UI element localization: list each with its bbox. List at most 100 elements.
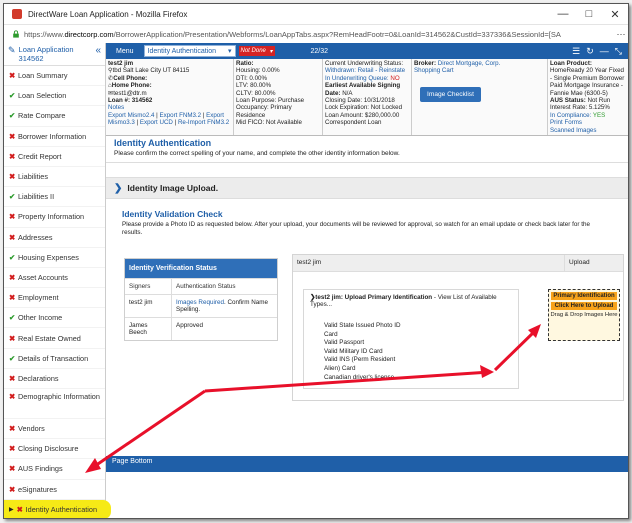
sidebar-item-label: Closing Disclosure — [18, 444, 79, 454]
sidebar-item-label: Declarations — [18, 373, 59, 383]
sidebar-item-details-of-transaction[interactable]: ✔ Details of Transaction — [4, 349, 105, 369]
borrower-column: test2 jim ⚲tbd Salt Lake City UT 84115 ✆… — [106, 59, 234, 135]
page-select[interactable]: Identity Authentication ▾ — [143, 45, 236, 57]
x-icon: ✖ — [9, 293, 16, 303]
interest-rate: Interest Rate: 5.125% — [550, 104, 610, 112]
sidebar-item-identity-authentication[interactable]: ▶ ✖ Identity Authentication — [4, 499, 111, 518]
cltv-ratio: CLTV: 80.00% — [236, 89, 276, 97]
home-phone-label: Home Phone: — [111, 82, 152, 90]
housing-ratio: Housing: 0.00% — [236, 67, 280, 75]
loan-amount: Loan Amount: $280,000.00 — [325, 111, 400, 119]
minus-icon[interactable]: — — [600, 46, 609, 57]
upload-panel-upload-col: Upload — [569, 259, 590, 266]
print-forms-link[interactable]: Print Forms — [550, 119, 582, 126]
sidebar-item-property-information[interactable]: ✖ Property Information — [4, 207, 105, 228]
x-icon: ✖ — [9, 373, 16, 383]
upload-section-toggle[interactable]: ❯ Identity Image Upload. — [106, 177, 628, 199]
firefox-icon — [12, 9, 22, 19]
refresh-icon[interactable]: ↻ — [586, 46, 594, 57]
export-fnm32-link[interactable]: Export FNM3.2 — [159, 112, 201, 119]
expand-icon[interactable]: ⤡ — [615, 46, 622, 57]
aus-value: Not Run — [587, 97, 611, 105]
ratio-column: Ratio: Housing: 0.00% DTI: 0.00% LTV: 80… — [234, 59, 323, 135]
sidebar-item-liabilities[interactable]: ✖ Liabilities — [4, 167, 105, 188]
compliance-label: In Compliance: — [550, 111, 592, 119]
sidebar-item-label: Rate Compare — [18, 111, 66, 121]
scanned-images-link[interactable]: Scanned Images — [550, 127, 596, 134]
sidebar-item-housing-expenses[interactable]: ✔ Housing Expenses — [4, 248, 105, 268]
sidebar-item-asset-accounts[interactable]: ✖ Asset Accounts — [4, 268, 105, 289]
x-icon: ✖ — [9, 392, 16, 401]
minimize-icon[interactable]: — — [550, 8, 576, 20]
url-bar[interactable]: https://www.directcorp.com/BorrowerAppli… — [4, 25, 628, 44]
sidebar-item-loan-summary[interactable]: ✖ Loan Summary — [4, 66, 105, 87]
notes-link[interactable]: Notes — [108, 104, 124, 111]
collapse-sidebar-icon[interactable]: « — [95, 45, 101, 56]
check-icon: ✔ — [9, 192, 16, 202]
sidebar-item-label: Loan Selection — [18, 91, 67, 101]
primary-id-title[interactable]: ❯test2 jim: Upload Primary Identificatio… — [304, 290, 518, 312]
signing-title: Earliest Available Signing Date: — [325, 82, 401, 97]
sidebar: ✎ Loan Application 314562 « ✖ Loan Summary… — [4, 43, 111, 518]
drop-zone[interactable]: Primary Identification Click Here to Upl… — [548, 289, 620, 341]
uw-status-link[interactable]: Withdrawn: Retail - Reinstate — [325, 67, 405, 74]
more-options-icon[interactable]: ⋯ — [614, 29, 628, 40]
product-title: Loan Product: — [550, 60, 592, 67]
x-icon: ✖ — [9, 333, 16, 343]
sidebar-title: Loan Application 314562 — [19, 45, 96, 63]
sidebar-item-credit-report[interactable]: ✖ Credit Report — [4, 147, 105, 167]
sidebar-item-label: Borrower Information — [18, 131, 87, 141]
signer-name: test2 jim — [125, 295, 172, 317]
close-icon[interactable]: ✕ — [602, 8, 628, 21]
maximize-icon[interactable]: □ — [576, 8, 602, 20]
window-title: DirectWare Loan Application - Mozilla Fi… — [28, 9, 188, 19]
sidebar-item-declarations[interactable]: ✖ Declarations — [4, 369, 105, 389]
list-item: Valid INS (Perm Resident Alien) Card — [324, 356, 396, 372]
menu-button[interactable]: Menu — [106, 48, 144, 55]
list-icon[interactable]: ☰ — [572, 46, 580, 57]
sidebar-item-liabilities-ii[interactable]: ✔ Liabilities II — [4, 187, 105, 208]
export-ucd-link[interactable]: Export UCD — [140, 119, 173, 126]
sidebar-item-addresses[interactable]: ✖ Addresses — [4, 228, 105, 248]
signers-header: Signers — [125, 279, 172, 294]
status-select[interactable]: Not Done ▾ — [238, 46, 275, 56]
url-prefix: https://www. — [24, 29, 65, 39]
title-bar: DirectWare Loan Application - Mozilla Fi… — [4, 4, 628, 25]
edit-icon[interactable]: ✎ — [8, 45, 16, 56]
sidebar-item-rate-compare[interactable]: ✔ Rate Compare — [4, 106, 105, 127]
x-icon: ✖ — [9, 212, 16, 222]
export-mismo24-link[interactable]: Export Mismo2.4 — [108, 112, 154, 119]
cell-phone-label: Cell Phone: — [113, 74, 148, 82]
check-icon: ✔ — [9, 353, 16, 363]
list-item: Valid Military ID Card — [324, 347, 383, 355]
sidebar-item-label: Loan Summary — [18, 71, 68, 81]
image-checklist-button[interactable]: Image Checklist — [420, 86, 481, 103]
reimport-fnm32-link[interactable]: Re-Import FNM3.2 — [178, 119, 229, 126]
x-icon: ✖ — [9, 232, 16, 242]
sidebar-item-vendors[interactable]: ✖ Vendors — [4, 419, 105, 440]
broker-link[interactable]: Direct Mortgage, Corp. — [438, 60, 501, 67]
uw-title: Current Underwriting Status: — [325, 60, 404, 67]
sidebar-item-label: Property Information — [18, 212, 85, 222]
sidebar-item-demographic-information[interactable]: ✖ Demographic Information — [4, 389, 105, 419]
sidebar-item-other-income[interactable]: ✔ Other Income — [4, 308, 105, 329]
loan-product: HomeReady 20 Year Fixed - Single Premium… — [550, 67, 625, 97]
click-to-upload-button[interactable]: Click Here to Upload — [551, 302, 617, 310]
x-icon: ✖ — [9, 424, 16, 434]
lock-expiration: Lock Expiration: Not Locked — [325, 104, 403, 112]
primary-id-box: ❯test2 jim: Upload Primary Identificatio… — [303, 289, 519, 389]
shopping-cart-link[interactable]: Shopping Cart — [414, 67, 454, 74]
sidebar-item-esignatures[interactable]: ✖ eSignatures — [4, 480, 105, 500]
sidebar-item-closing-disclosure[interactable]: ✖ Closing Disclosure — [4, 439, 105, 460]
images-required-link[interactable]: Images Required — [176, 299, 224, 306]
url-text[interactable]: https://www.directcorp.com/BorrowerAppli… — [24, 30, 614, 39]
broker-label: Broker: — [414, 60, 437, 67]
sidebar-item-aus-findings[interactable]: ✖ AUS Findings — [4, 459, 105, 480]
sidebar-item-label: Asset Accounts — [18, 272, 68, 282]
sidebar-item-real-estate-owned[interactable]: ✖ Real Estate Owned — [4, 328, 105, 349]
sidebar-item-loan-selection[interactable]: ✔ Loan Selection — [4, 86, 105, 107]
sidebar-item-label: Demographic Information — [18, 392, 100, 401]
sidebar-item-employment[interactable]: ✖ Employment — [4, 288, 105, 309]
upload-panel: test2 jim Upload ❯test2 jim: Upload Prim… — [292, 254, 624, 401]
sidebar-item-borrower-information[interactable]: ✖ Borrower Information — [4, 127, 105, 147]
